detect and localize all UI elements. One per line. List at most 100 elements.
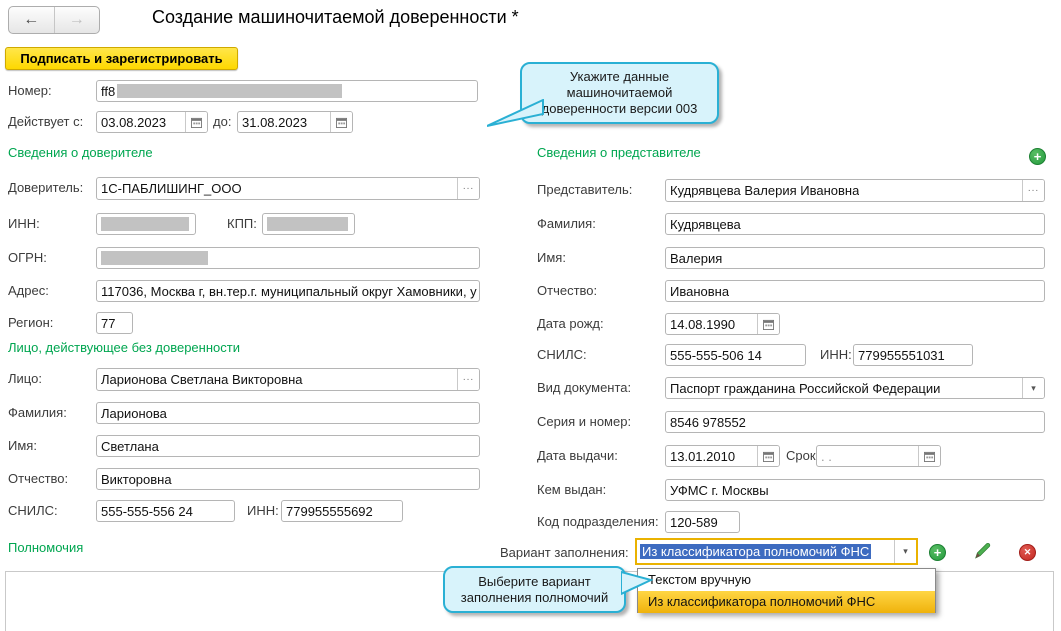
department-code-value: 120-589 bbox=[670, 514, 718, 530]
rep-name-value: Валерия bbox=[670, 250, 723, 266]
add-representative-button[interactable]: + bbox=[1029, 148, 1046, 165]
region-field[interactable]: 77 bbox=[96, 312, 133, 334]
delete-button[interactable]: ✕ bbox=[1019, 544, 1036, 561]
number-value: ff8 bbox=[101, 83, 116, 99]
add-power-button[interactable]: + bbox=[929, 544, 946, 561]
ogrn-label: ОГРН: bbox=[8, 250, 47, 265]
section-powers-title: Полномочия bbox=[8, 540, 84, 555]
calendar-icon[interactable] bbox=[757, 446, 779, 466]
signer-name-field[interactable]: Светлана bbox=[96, 435, 480, 457]
signer-inn-field[interactable]: 779955555692 bbox=[281, 500, 403, 522]
number-redaction bbox=[117, 84, 343, 98]
address-field[interactable]: 117036, Москва г, вн.тер.г. муниципальны… bbox=[96, 280, 480, 302]
calendar-icon[interactable] bbox=[918, 446, 940, 466]
number-field[interactable]: ff8 bbox=[96, 80, 478, 102]
fill-variant-combobox[interactable]: Из классификатора полномочий ФНС ▾ bbox=[635, 538, 918, 565]
version-callout-tail bbox=[487, 99, 544, 127]
department-code-label: Код подразделения: bbox=[537, 514, 659, 529]
calendar-icon[interactable] bbox=[185, 112, 207, 132]
inn-redaction bbox=[101, 217, 189, 231]
issued-by-value: УФМС г. Москвы bbox=[670, 482, 769, 498]
rep-name-field[interactable]: Валерия bbox=[665, 247, 1045, 269]
signer-lookup-button[interactable]: ... bbox=[457, 369, 479, 390]
edit-pencil-icon[interactable] bbox=[972, 541, 992, 561]
chevron-down-icon: ▾ bbox=[1031, 382, 1036, 393]
fill-variant-dropdown-button[interactable]: ▾ bbox=[894, 540, 916, 563]
rep-patronymic-value: Ивановна bbox=[670, 283, 730, 299]
number-label: Номер: bbox=[8, 83, 52, 98]
department-code-field[interactable]: 120-589 bbox=[665, 511, 740, 533]
signer-person-label: Лицо: bbox=[8, 371, 42, 386]
truster-value: 1С-ПАБЛИШИНГ_ООО bbox=[101, 181, 242, 196]
calendar-icon[interactable] bbox=[330, 112, 352, 132]
birth-date-field[interactable]: 14.08.1990 bbox=[665, 313, 780, 335]
rep-inn-value: 779955551031 bbox=[858, 347, 945, 363]
rep-name-label: Имя: bbox=[537, 250, 566, 265]
rep-surname-label: Фамилия: bbox=[537, 216, 596, 231]
valid-from-field[interactable]: 03.08.2023 bbox=[96, 111, 208, 133]
rep-snils-field[interactable]: 555-555-506 14 bbox=[665, 344, 806, 366]
valid-from-value: 03.08.2023 bbox=[101, 114, 167, 130]
page-title: Создание машиночитаемой доверенности * bbox=[152, 7, 519, 27]
signer-surname-label: Фамилия: bbox=[8, 405, 67, 420]
rep-patronymic-label: Отчество: bbox=[537, 283, 598, 298]
expiry-value: . . bbox=[821, 448, 832, 464]
representative-field[interactable]: Кудрявцева Валерия Ивановна ... bbox=[665, 179, 1045, 202]
rep-patronymic-field[interactable]: Ивановна bbox=[665, 280, 1045, 302]
signer-snils-field[interactable]: 555-555-556 24 bbox=[96, 500, 235, 522]
principal-inn-field[interactable] bbox=[96, 213, 196, 235]
birth-date-label: Дата рожд: bbox=[537, 316, 604, 331]
close-icon: ✕ bbox=[1023, 547, 1032, 557]
version-callout: Укажите данные машиночитаемой довереннос… bbox=[520, 62, 719, 124]
signer-inn-label: ИНН: bbox=[247, 503, 279, 518]
signer-snils-value: 555-555-556 24 bbox=[101, 503, 193, 519]
principal-kpp-field[interactable] bbox=[262, 213, 355, 235]
truster-lookup-button[interactable]: ... bbox=[457, 178, 479, 199]
forward-button[interactable]: → bbox=[55, 7, 100, 33]
mchd-create-window: ← → Создание машиночитаемой доверенности… bbox=[0, 0, 1061, 631]
sign-and-register-button[interactable]: Подписать и зарегистрировать bbox=[5, 47, 238, 70]
rep-snils-label: СНИЛС: bbox=[537, 347, 587, 362]
ogrn-field[interactable] bbox=[96, 247, 480, 269]
expiry-field[interactable]: . . bbox=[816, 445, 941, 467]
signer-person-field[interactable]: Ларионова Светлана Викторовна ... bbox=[96, 368, 480, 391]
signer-name-label: Имя: bbox=[8, 438, 37, 453]
region-value: 77 bbox=[101, 315, 116, 331]
doc-type-dropdown-button[interactable]: ▾ bbox=[1022, 378, 1044, 398]
doc-type-label: Вид документа: bbox=[537, 380, 632, 395]
doc-type-combobox[interactable]: Паспорт гражданина Российской Федерации … bbox=[665, 377, 1045, 399]
doc-type-value: Паспорт гражданина Российской Федерации bbox=[670, 380, 941, 396]
address-label: Адрес: bbox=[8, 283, 49, 298]
valid-to-value: 31.08.2023 bbox=[242, 114, 308, 130]
address-value: 117036, Москва г, вн.тер.г. муниципальны… bbox=[101, 283, 477, 299]
representative-label: Представитель: bbox=[537, 182, 633, 197]
kpp-redaction bbox=[267, 217, 348, 231]
truster-field[interactable]: 1С-ПАБЛИШИНГ_ООО ... bbox=[96, 177, 480, 200]
issued-by-label: Кем выдан: bbox=[537, 482, 607, 497]
valid-to-label: до: bbox=[213, 114, 232, 129]
valid-to-field[interactable]: 31.08.2023 bbox=[237, 111, 353, 133]
issued-by-field[interactable]: УФМС г. Москвы bbox=[665, 479, 1045, 501]
section-principal-title: Сведения о доверителе bbox=[8, 145, 153, 160]
rep-inn-field[interactable]: 779955551031 bbox=[853, 344, 973, 366]
issue-date-field[interactable]: 13.01.2010 bbox=[665, 445, 780, 467]
calendar-icon[interactable] bbox=[757, 314, 779, 334]
rep-snils-value: 555-555-506 14 bbox=[670, 347, 762, 363]
signer-surname-field[interactable]: Ларионова bbox=[96, 402, 480, 424]
rep-inn-label: ИНН: bbox=[820, 347, 852, 362]
representative-lookup-button[interactable]: ... bbox=[1022, 180, 1044, 201]
signer-patronymic-field[interactable]: Викторовна bbox=[96, 468, 480, 490]
series-number-label: Серия и номер: bbox=[537, 414, 632, 429]
rep-surname-field[interactable]: Кудрявцева bbox=[665, 213, 1045, 235]
series-number-field[interactable]: 8546 978552 bbox=[665, 411, 1045, 433]
back-arrow-icon: ← bbox=[23, 11, 40, 28]
section-representative-title: Сведения о представителе bbox=[537, 145, 701, 160]
dropdown-option-classifier[interactable]: Из классификатора полномочий ФНС bbox=[638, 591, 935, 613]
signer-person-value: Ларионова Светлана Викторовна bbox=[101, 372, 303, 387]
principal-inn-label: ИНН: bbox=[8, 216, 40, 231]
dropdown-option-manual[interactable]: Текстом вручную bbox=[638, 569, 935, 591]
signer-patronymic-value: Викторовна bbox=[101, 471, 172, 487]
back-button[interactable]: ← bbox=[9, 7, 55, 33]
fill-variant-callout: Выберите вариант заполнения полномочий bbox=[443, 566, 626, 613]
region-label: Регион: bbox=[8, 315, 54, 330]
